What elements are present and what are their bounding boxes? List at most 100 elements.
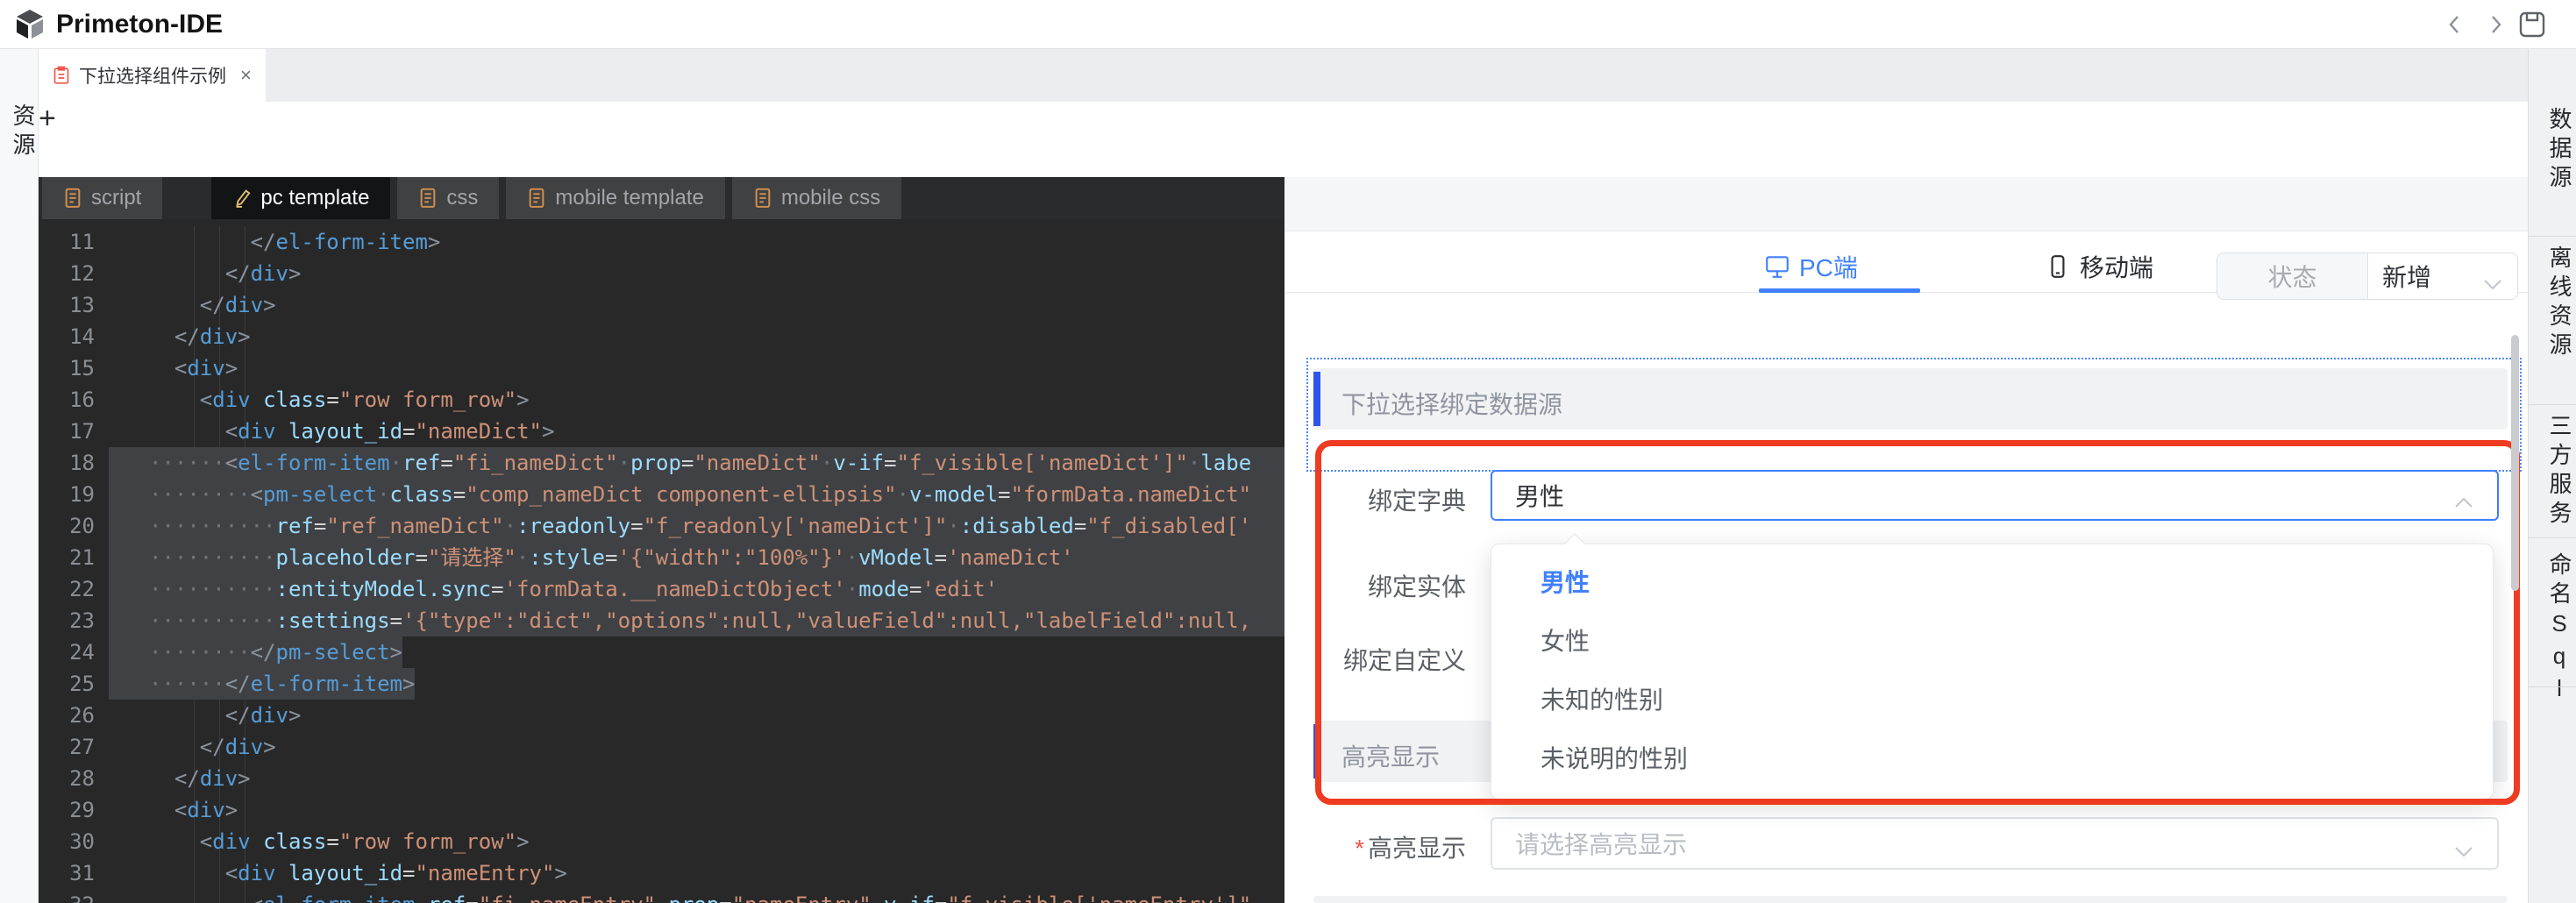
doc-tab-label: 下拉选择组件示例 bbox=[79, 62, 226, 89]
nav-forward-icon[interactable] bbox=[2483, 12, 2508, 37]
dropdown-option[interactable]: 女性 bbox=[1491, 612, 2493, 671]
right-rail-divider bbox=[2529, 686, 2576, 687]
editor-tab-pc-template[interactable]: pc template bbox=[211, 177, 390, 219]
field-label-bind-dict: 绑定字典 bbox=[1315, 482, 1466, 517]
code-line: 19········<pm-select·class="comp_nameDic… bbox=[39, 479, 1284, 510]
code-editor: script pc templatecssmobile template mobil… bbox=[39, 177, 1284, 903]
code-area[interactable]: 11 </el-form-item>12 </div>13 </div>14 <… bbox=[39, 219, 1284, 903]
file-icon bbox=[63, 187, 82, 210]
doc-tab[interactable]: 下拉选择组件示例 × bbox=[39, 49, 266, 102]
highlight-placeholder: 请选择高亮显示 bbox=[1515, 826, 1687, 861]
right-rail-item-2[interactable]: 离线资源 bbox=[2529, 245, 2576, 361]
bind-dict-select[interactable]: 男性 bbox=[1491, 470, 2499, 521]
chevron-down-icon bbox=[2453, 836, 2474, 850]
tab-mobile[interactable]: 移动端 bbox=[2045, 249, 2153, 284]
preview-toolbar: 刷新 bbox=[1284, 177, 2528, 231]
code-text: ······</el-form-item> bbox=[109, 668, 415, 700]
editor-tab-css[interactable]: css bbox=[397, 177, 499, 219]
bind-dict-value: 男性 bbox=[1515, 478, 1564, 513]
line-number: 18 bbox=[39, 447, 109, 479]
code-text: <div class="row form_row"> bbox=[109, 384, 530, 416]
left-rail: 资源 bbox=[0, 49, 39, 903]
code-line: 20··········ref="ref_nameDict"·:readonly… bbox=[39, 510, 1284, 542]
right-rail-item-4[interactable]: 命名Sql bbox=[2529, 552, 2576, 707]
save-icon[interactable] bbox=[2518, 11, 2546, 39]
tab-mobile-label: 移动端 bbox=[2080, 249, 2153, 284]
section-title: 高亮显示 bbox=[1341, 738, 1440, 773]
editor-tab-strip: script pc templatecssmobile template mobil… bbox=[39, 177, 1284, 219]
chevron-up-icon bbox=[2453, 488, 2474, 502]
code-text: ··········ref="ref_nameDict"·:readonly="… bbox=[109, 510, 1284, 542]
line-number: 20 bbox=[39, 510, 109, 542]
line-number: 30 bbox=[39, 826, 109, 857]
line-number: 27 bbox=[39, 731, 109, 763]
monitor-icon bbox=[1764, 253, 1790, 280]
section-header-partial bbox=[1313, 896, 2508, 903]
line-number: 13 bbox=[39, 289, 109, 321]
line-number: 16 bbox=[39, 384, 109, 416]
code-text: <div layout_id="nameDict"> bbox=[109, 416, 554, 447]
section-header-datasource[interactable]: 下拉选择绑定数据源 bbox=[1313, 368, 2508, 430]
file-icon bbox=[527, 187, 546, 210]
code-line: 27 </div> bbox=[39, 731, 1284, 763]
file-icon bbox=[418, 187, 438, 210]
line-number: 25 bbox=[39, 668, 109, 700]
editor-tab-label: script bbox=[91, 186, 141, 210]
editor-tab-script[interactable]: script bbox=[42, 177, 162, 219]
section-accent-bar bbox=[1313, 372, 1320, 426]
close-icon[interactable]: × bbox=[240, 64, 252, 87]
code-line: 17 <div layout_id="nameDict"> bbox=[39, 416, 1284, 447]
view-tab-row: 低开表单 默认视图 + 设计模式预览表单设置 bbox=[39, 102, 2528, 177]
required-asterisk: * bbox=[1355, 835, 1364, 862]
state-value: 新增 bbox=[2382, 259, 2431, 294]
editor-tab-mobile-css[interactable]: mobile css bbox=[732, 177, 901, 219]
state-select[interactable]: 新增 bbox=[2368, 253, 2517, 299]
line-number: 29 bbox=[39, 794, 109, 826]
code-line: 13 </div> bbox=[39, 289, 1284, 321]
add-view-button[interactable]: + bbox=[39, 102, 56, 135]
doc-tab-bar: 下拉选择组件示例 × bbox=[39, 49, 2528, 102]
dropdown-option[interactable]: 未知的性别 bbox=[1491, 671, 2493, 729]
tab-pc-label: PC端 bbox=[1799, 249, 1858, 284]
line-number: 11 bbox=[39, 226, 109, 258]
right-rail-item-3[interactable]: 三方服务 bbox=[2529, 414, 2576, 530]
code-text: ········<pm-select·class="comp_nameDict … bbox=[109, 479, 1284, 510]
top-bar: Primeton-IDE bbox=[0, 0, 2576, 49]
dropdown-option[interactable]: 未说明的性别 bbox=[1491, 729, 2493, 788]
line-number: 23 bbox=[39, 605, 109, 636]
code-line: 24········</pm-select> bbox=[39, 636, 1284, 668]
code-text: </div> bbox=[109, 321, 251, 352]
line-number: 21 bbox=[39, 542, 109, 573]
left-rail-item-resources[interactable]: 资源 bbox=[7, 103, 39, 161]
dropdown-option[interactable]: 男性 bbox=[1491, 553, 2493, 612]
code-line: 25······</el-form-item> bbox=[39, 668, 1284, 700]
code-line: 16 <div class="row form_row"> bbox=[39, 384, 1284, 416]
right-rail-divider bbox=[2529, 236, 2576, 237]
right-rail-item-1[interactable]: 数据源 bbox=[2529, 107, 2576, 194]
code-text: ········</pm-select> bbox=[109, 636, 402, 668]
editor-tab-mobile-template[interactable]: mobile template bbox=[506, 177, 724, 219]
dropdown-menu: 男性女性未知的性别未说明的性别 bbox=[1491, 544, 2494, 800]
line-number: 17 bbox=[39, 416, 109, 447]
document-icon bbox=[53, 65, 70, 86]
code-line: 28 </div> bbox=[39, 763, 1284, 794]
line-number: 19 bbox=[39, 479, 109, 510]
preview-scrollbar[interactable] bbox=[2511, 335, 2519, 591]
code-text: <div class="row form_row"> bbox=[109, 826, 530, 857]
code-line: 18······<el-form-item·ref="fi_nameDict"·… bbox=[39, 447, 1284, 479]
editor-tab-label: mobile css bbox=[781, 186, 880, 210]
code-line: 22··········:entityModel.sync='formData.… bbox=[39, 573, 1284, 605]
code-text: <div layout_id="nameEntry"> bbox=[109, 857, 567, 889]
field-label-bind-entity: 绑定实体 bbox=[1315, 568, 1466, 603]
chevron-down-icon bbox=[2482, 269, 2503, 283]
state-label: 状态 bbox=[2217, 253, 2368, 299]
highlight-select[interactable]: 请选择高亮显示 bbox=[1491, 817, 2499, 870]
tab-pc[interactable]: PC端 bbox=[1764, 249, 1858, 284]
line-number: 14 bbox=[39, 321, 109, 352]
code-text: </div> bbox=[109, 731, 276, 763]
code-line: 15 <div> bbox=[39, 352, 1284, 384]
file-icon bbox=[753, 187, 772, 210]
nav-back-icon[interactable] bbox=[2443, 12, 2467, 37]
pencil-icon bbox=[232, 187, 252, 210]
code-line: 30 <div class="row form_row"> bbox=[39, 826, 1284, 857]
